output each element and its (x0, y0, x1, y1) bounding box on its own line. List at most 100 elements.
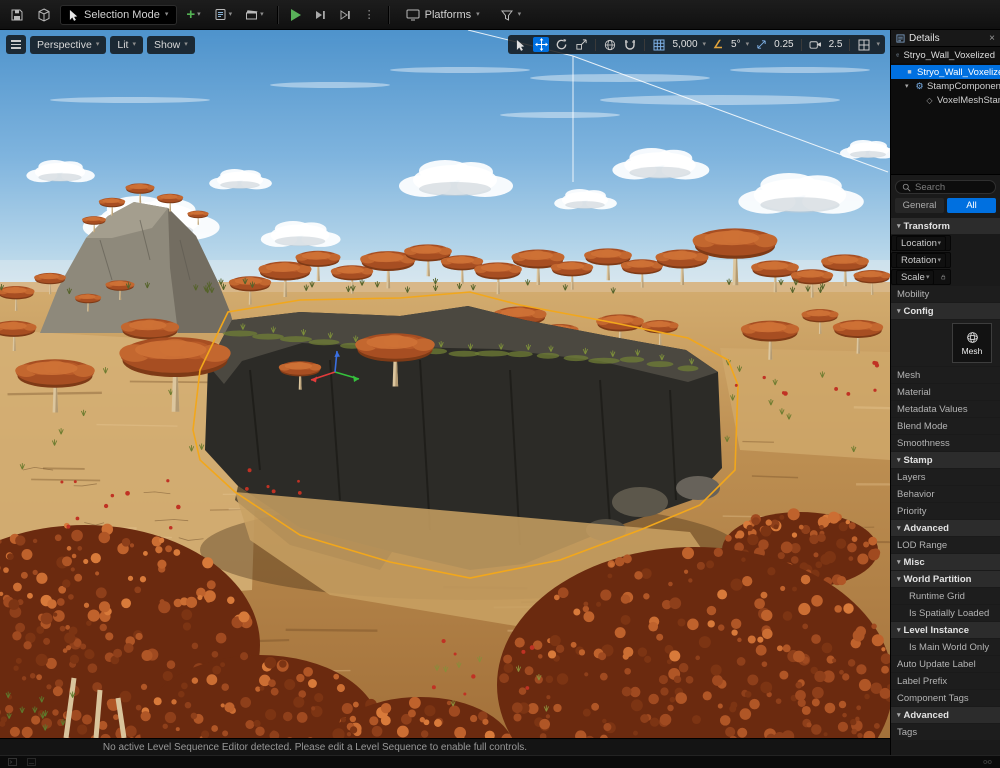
expander-icon[interactable]: ▾ (905, 82, 912, 90)
property-rotation[interactable]: Rotation ▾ (891, 252, 951, 268)
step-button[interactable] (335, 6, 355, 24)
workspace: Perspective ▾ Lit ▾ Show ▾ 5,000 ▾ ∠ 5° … (0, 30, 1000, 755)
tree-item-stampcomponent-st[interactable]: ▾⚙StampComponent (St (891, 79, 1000, 93)
section-world-partition[interactable]: ▾ World Partition (891, 571, 1000, 587)
platforms-dropdown[interactable]: Platforms ▾ (398, 6, 488, 24)
section-level-instance[interactable]: ▾ Level Instance (891, 622, 1000, 638)
property-is-main-world-only[interactable]: Is Main World Only (891, 639, 1000, 655)
blueprints-button[interactable]: ▾ (210, 5, 237, 24)
location-combo[interactable]: Location ▾ (896, 236, 946, 250)
show-dropdown[interactable]: Show ▾ (146, 35, 195, 54)
mesh-thumbnail-button[interactable]: Mesh (952, 323, 992, 363)
property-location[interactable]: Location ▾ (891, 235, 951, 251)
view-mode-dropdown[interactable]: Lit ▾ (110, 35, 143, 54)
play-options-button[interactable]: ⋮ (360, 5, 379, 24)
grid-snap-value[interactable]: 5,000 (671, 39, 698, 50)
property-behavior[interactable]: Behavior (891, 486, 1000, 502)
output-log-icon[interactable] (8, 758, 17, 766)
move-tool-icon[interactable] (533, 37, 550, 52)
section-misc[interactable]: ▾ Misc (891, 554, 1000, 570)
surface-snap-icon[interactable] (622, 37, 638, 52)
filter-general-button[interactable]: General (895, 198, 944, 213)
property-layers[interactable]: Layers (891, 469, 1000, 485)
scale-tool-icon[interactable] (573, 37, 589, 52)
mode-select-dropdown[interactable]: Selection Mode ▾ (60, 4, 178, 25)
select-tool-icon[interactable] (513, 37, 529, 52)
section-advanced[interactable]: ▾ Advanced (891, 520, 1000, 536)
content-browser-button[interactable] (33, 5, 55, 25)
level-viewport[interactable]: Perspective ▾ Lit ▾ Show ▾ 5,000 ▾ ∠ 5° … (0, 30, 890, 755)
property-blend-mode[interactable]: Blend Mode (891, 418, 1000, 434)
property-runtime-grid[interactable]: Runtime Grid (891, 588, 1000, 604)
section-caret-icon: ▾ (897, 457, 901, 464)
property-label: Auto Update Label (897, 658, 976, 670)
component-icon: ⚙ (915, 80, 924, 91)
property-label: Is Spatially Loaded (909, 607, 990, 619)
main-toolbar: Selection Mode ▾ + ▾ ▾ ▾ ⋮ Platforms ▾ ▾ (0, 0, 1000, 30)
command-console-icon[interactable] (27, 758, 36, 766)
property-label: Metadata Values (897, 403, 968, 415)
section-label: Transform (903, 220, 950, 232)
cursor-icon (69, 9, 78, 21)
sequencer-status-bar: No active Level Sequence Editor detected… (0, 738, 890, 755)
right-sand (720, 348, 890, 460)
skip-button[interactable] (310, 6, 330, 24)
section-caret-icon: ▾ (897, 559, 901, 566)
property-label-prefix[interactable]: Label Prefix (891, 673, 1000, 689)
viewport-menu-button[interactable] (6, 35, 26, 54)
mesh-icon (966, 331, 978, 343)
save-icon (11, 9, 23, 20)
property-label: Label Prefix (897, 675, 948, 687)
lock-icon[interactable] (941, 272, 946, 282)
play-button[interactable] (287, 6, 305, 24)
property-smoothness[interactable]: Smoothness (891, 435, 1000, 451)
rotation-snap-icon[interactable]: ∠ (710, 37, 726, 52)
scale-snap-icon[interactable] (753, 37, 769, 52)
camera-speed-icon[interactable] (808, 37, 824, 52)
section-stamp[interactable]: ▾ Stamp (891, 452, 1000, 468)
add-actor-button[interactable]: + ▾ (182, 7, 204, 23)
revision-control-icon[interactable] (983, 758, 992, 766)
property-tags[interactable]: Tags (891, 724, 1000, 740)
tree-item-stryo-wall-voxelized-stry[interactable]: ■ Stryo_Wall_Voxelized Stry (891, 65, 1000, 79)
viewport-layout-icon[interactable] (856, 37, 872, 52)
property-mesh[interactable]: Mesh (891, 367, 1000, 383)
section-config[interactable]: ▾ Config (891, 303, 1000, 319)
settings-dropdown[interactable]: ▾ (493, 6, 530, 24)
tree-item-voxelmeshstamppr[interactable]: ◇ VoxelMeshStampPr (891, 93, 1000, 107)
world-space-icon[interactable] (602, 37, 618, 52)
details-tab-header[interactable]: Details × (891, 30, 1000, 47)
property-metadata-values[interactable]: Metadata Values (891, 401, 1000, 417)
cube-icon: ■ (907, 68, 912, 76)
platforms-label: Platforms (424, 8, 472, 21)
search-input[interactable]: Search (895, 180, 996, 194)
selected-actor-row[interactable]: Stryo_Wall_Voxelized (891, 47, 1000, 63)
rotate-tool-icon[interactable] (553, 37, 569, 52)
property-mesh[interactable]: Mesh (891, 320, 1000, 366)
rotation-snap-value[interactable]: 5° (730, 39, 742, 50)
camera-speed-value[interactable]: 2.5 (828, 39, 844, 50)
property-lod-range[interactable]: LOD Range (891, 537, 1000, 553)
grid-snap-icon[interactable] (651, 37, 667, 52)
property-scale[interactable]: Scale ▾ (891, 269, 951, 285)
filter-all-button[interactable]: All (947, 198, 996, 213)
scale-snap-value[interactable]: 0.25 (773, 39, 794, 50)
perspective-dropdown[interactable]: Perspective ▾ (30, 35, 107, 54)
property-material[interactable]: Material (891, 384, 1000, 400)
save-button[interactable] (6, 5, 28, 25)
rotation-combo[interactable]: Rotation ▾ (896, 253, 946, 267)
section-label: World Partition (903, 573, 972, 585)
viewport-canvas[interactable] (0, 30, 890, 738)
property-component-tags[interactable]: Component Tags (891, 690, 1000, 706)
property-auto-update-label[interactable]: Auto Update Label (891, 656, 1000, 672)
property-is-spatially-loaded[interactable]: Is Spatially Loaded (891, 605, 1000, 621)
close-icon[interactable]: × (989, 33, 995, 44)
property-mobility[interactable]: Mobility (891, 286, 1000, 302)
settings-funnel-icon (500, 10, 513, 21)
property-priority[interactable]: Priority (891, 503, 1000, 519)
cinematics-button[interactable]: ▾ (241, 5, 268, 24)
section-advanced[interactable]: ▾ Advanced (891, 707, 1000, 723)
scale-combo[interactable]: Scale ▾ (896, 270, 935, 284)
section-transform[interactable]: ▾ Transform (891, 218, 1000, 234)
tool-separator (849, 38, 851, 51)
